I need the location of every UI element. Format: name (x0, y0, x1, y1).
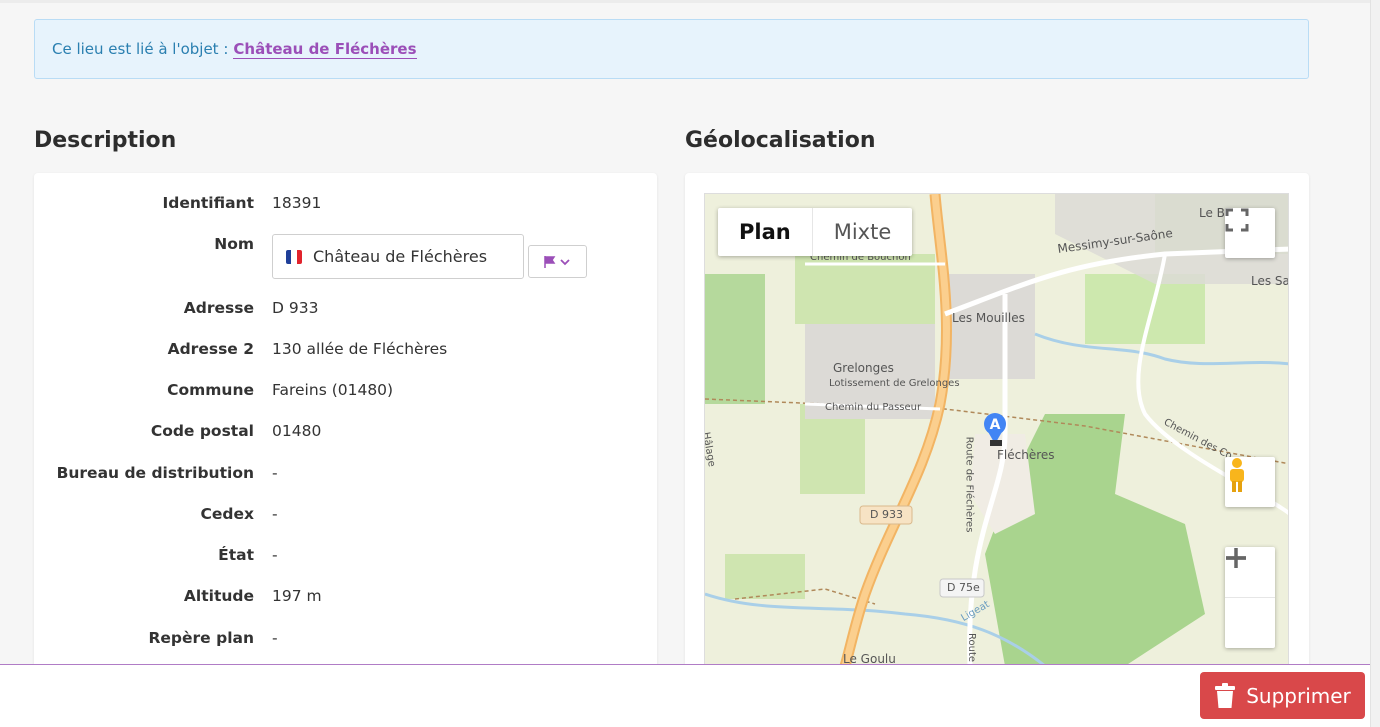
map-label: Route de Fléchères (963, 436, 975, 533)
description-title: Description (34, 128, 177, 153)
field-row-cedex: Cedex - (34, 505, 657, 523)
page-scrollbar[interactable] (1370, 0, 1380, 727)
field-row-code-postal: Code postal 01480 (34, 422, 657, 440)
field-value: - (272, 629, 278, 647)
field-value: - (272, 546, 278, 564)
map[interactable]: A Le B Messimy-sur-Saône Les Sa Chemin d… (704, 193, 1289, 665)
map-type-plan[interactable]: Plan (718, 208, 812, 256)
linked-object-link[interactable]: Château de Fléchères (233, 40, 417, 59)
field-row-etat: État - (34, 546, 657, 564)
map-type-mixte[interactable]: Mixte (811, 208, 913, 256)
field-label: Cedex (200, 505, 255, 523)
zoom-control (1225, 547, 1275, 648)
fullscreen-button[interactable] (1225, 208, 1275, 258)
field-label: Adresse 2 (167, 340, 254, 358)
delete-button[interactable]: Supprimer (1200, 672, 1365, 719)
name-value: Château de Fléchères (313, 247, 488, 266)
map-label: Grelonges (833, 361, 894, 375)
field-label: Code postal (150, 422, 254, 440)
name-field[interactable]: Château de Fléchères (272, 234, 524, 279)
geolocation-card: A Le B Messimy-sur-Saône Les Sa Chemin d… (685, 173, 1309, 673)
top-divider (0, 0, 1370, 3)
zoom-out-button[interactable] (1225, 556, 1275, 648)
zoom-out-icon (1226, 556, 1246, 560)
field-row-identifiant: Identifiant 18391 (34, 194, 657, 212)
pegman-icon (1230, 458, 1244, 492)
map-label: Route (966, 632, 978, 663)
road-label-d75e: D 75e (947, 581, 980, 594)
field-row-adresse: Adresse D 933 (34, 299, 657, 317)
street-view-button[interactable] (1225, 457, 1275, 507)
flag-chevron-icon (543, 255, 570, 268)
france-flag-icon (286, 249, 302, 264)
alert-text: Ce lieu est lié à l'objet : (52, 40, 229, 58)
field-value: - (272, 464, 278, 482)
map-label: Chemin du Passeur (825, 402, 922, 413)
field-value: Fareins (01480) (272, 381, 394, 399)
field-label: Identifiant (162, 194, 254, 212)
field-label: Commune (167, 381, 254, 399)
map-background: A (705, 194, 1288, 664)
map-label: Fléchères (997, 448, 1055, 462)
map-label: Les Sa (1251, 274, 1289, 288)
field-row-bureau-distribution: Bureau de distribution - (34, 464, 657, 482)
field-label: Altitude (183, 587, 254, 605)
field-value: 197 m (272, 587, 322, 605)
field-row-adresse-2: Adresse 2 130 allée de Fléchères (34, 340, 657, 358)
field-row-commune: Commune Fareins (01480) (34, 381, 657, 399)
field-value: 18391 (272, 194, 322, 212)
field-label: Adresse (183, 299, 254, 317)
map-label: Les Mouilles (952, 311, 1025, 325)
action-bar (0, 664, 1370, 727)
field-label: Repère plan (148, 629, 254, 647)
field-row-repere-plan: Repère plan - (34, 629, 657, 647)
map-type-control: Plan Mixte (718, 208, 913, 256)
field-value: 01480 (272, 422, 322, 440)
linked-object-alert: Ce lieu est lié à l'objet : Château de F… (34, 19, 1309, 79)
field-label: État (218, 546, 254, 564)
description-card: Identifiant 18391 Nom Château de Fléchèr… (34, 173, 657, 673)
map-label: Le B (1199, 206, 1225, 220)
field-value: - (272, 505, 278, 523)
field-value: D 933 (272, 299, 319, 317)
map-label: Lotissement de Grelonges (829, 378, 960, 389)
field-label: Nom (214, 235, 254, 253)
geolocation-title: Géolocalisation (685, 128, 876, 153)
fullscreen-icon (1225, 208, 1249, 232)
field-row-altitude: Altitude 197 m (34, 587, 657, 605)
field-value: 130 allée de Fléchères (272, 340, 448, 358)
field-label: Bureau de distribution (56, 464, 254, 482)
trash-icon (1215, 682, 1236, 708)
svg-text:A: A (990, 417, 1001, 433)
delete-label: Supprimer (1246, 683, 1351, 708)
language-flag-dropdown-button[interactable] (528, 245, 587, 278)
road-label-d933: D 933 (870, 508, 903, 521)
